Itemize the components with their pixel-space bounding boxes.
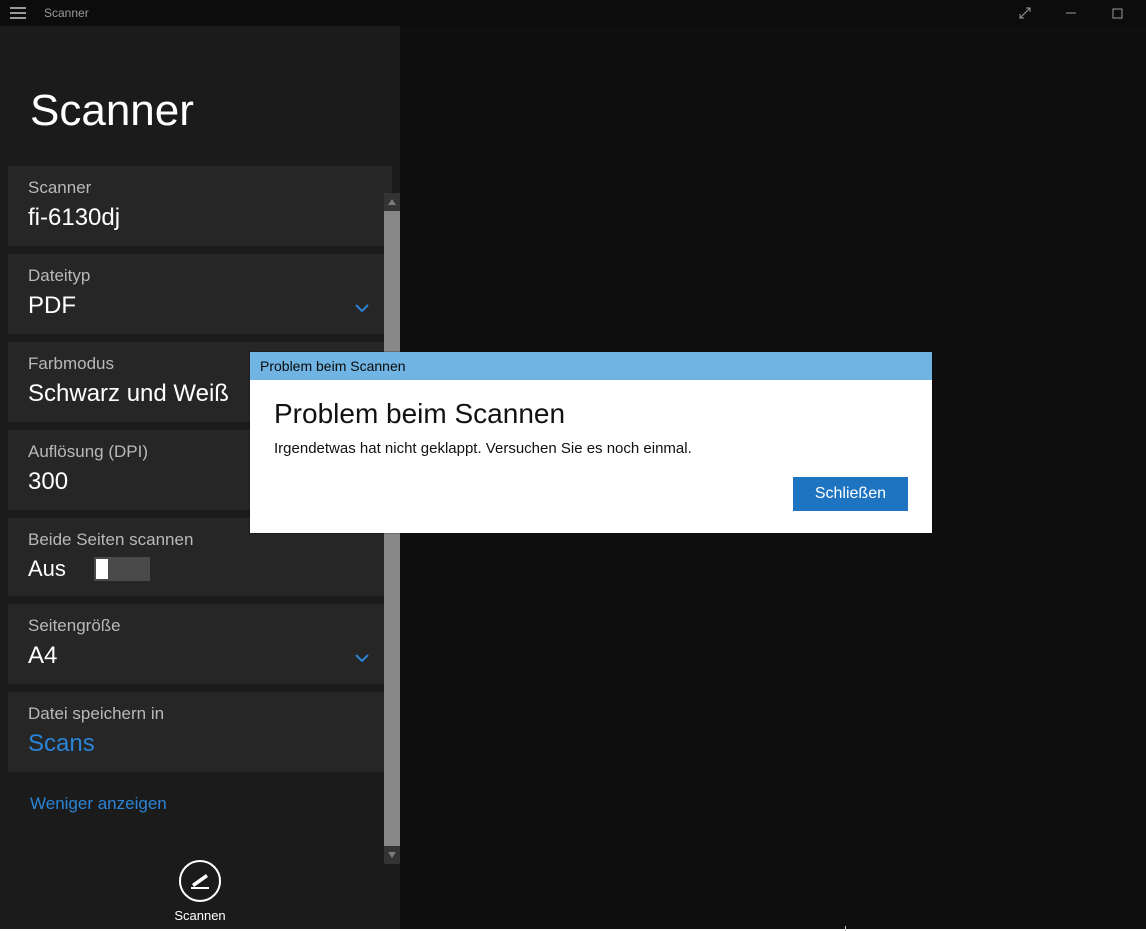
expand-icon[interactable] xyxy=(1002,3,1048,23)
setting-label: Dateityp xyxy=(28,266,372,286)
setting-value: A4 xyxy=(28,642,372,670)
setting-value: PDF xyxy=(28,292,372,320)
scan-button[interactable] xyxy=(179,860,221,902)
setting-value: Scans xyxy=(28,730,372,758)
dialog-titlebar[interactable]: Problem beim Scannen xyxy=(250,352,932,380)
error-dialog: Problem beim Scannen Problem beim Scanne… xyxy=(250,352,932,533)
dialog-heading: Problem beim Scannen xyxy=(274,398,908,430)
setting-value: fi-6130dj xyxy=(28,204,372,232)
toggle-state: Aus xyxy=(28,556,66,582)
scan-button-label: Scannen xyxy=(174,908,225,923)
minimize-icon[interactable] xyxy=(1048,3,1094,23)
window-title: Scanner xyxy=(44,6,89,20)
setting-label: Seitengröße xyxy=(28,616,372,636)
scroll-up-icon[interactable] xyxy=(384,193,400,211)
chevron-down-icon xyxy=(354,650,370,668)
window-titlebar: Scanner xyxy=(0,0,1146,26)
status-separator xyxy=(845,926,846,931)
window-controls xyxy=(1002,3,1140,23)
setting-page-size[interactable]: Seitengröße A4 xyxy=(8,604,392,684)
dialog-message: Irgendetwas hat nicht geklappt. Versuche… xyxy=(274,440,908,457)
show-less-link[interactable]: Weniger anzeigen xyxy=(0,780,400,814)
dialog-close-button[interactable]: Schließen xyxy=(793,477,908,511)
setting-save-to[interactable]: Datei speichern in Scans xyxy=(8,692,392,772)
setting-file-type[interactable]: Dateityp PDF xyxy=(8,254,392,334)
maximize-icon[interactable] xyxy=(1094,3,1140,23)
chevron-down-icon xyxy=(354,300,370,318)
both-sides-toggle[interactable] xyxy=(96,559,148,579)
scanner-icon xyxy=(188,869,212,893)
setting-label: Datei speichern in xyxy=(28,704,372,724)
setting-label: Scanner xyxy=(28,178,372,198)
setting-scanner[interactable]: Scanner fi-6130dj xyxy=(8,166,392,246)
page-title: Scanner xyxy=(0,26,400,166)
hamburger-icon[interactable] xyxy=(10,7,26,19)
setting-label: Beide Seiten scannen xyxy=(28,530,372,550)
